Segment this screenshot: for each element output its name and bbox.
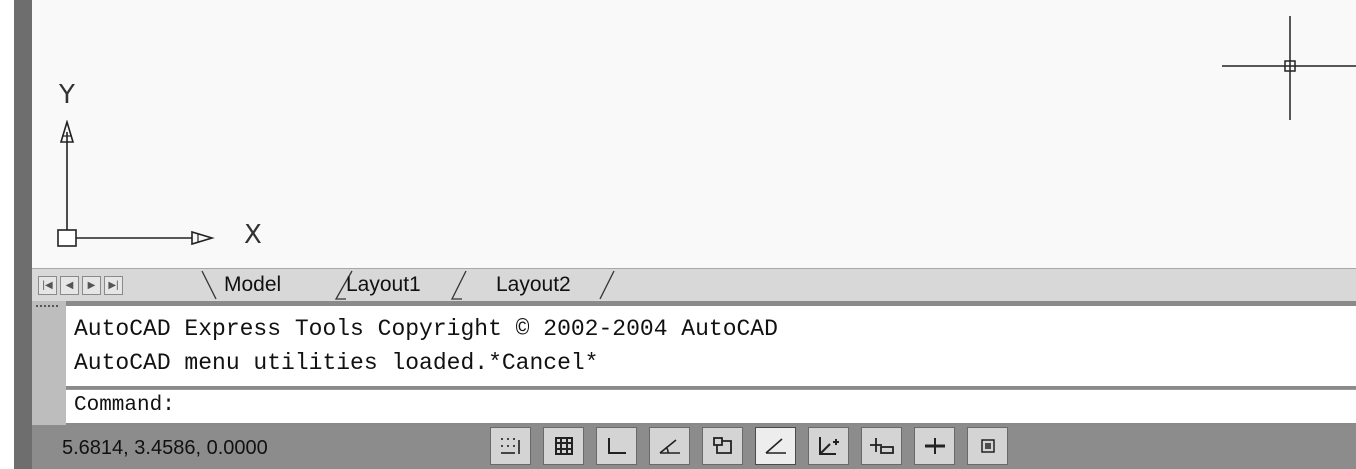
ucs-x-label: X — [244, 220, 262, 250]
grid-display-button[interactable] — [543, 427, 584, 465]
first-tab-icon[interactable]: |◀ — [38, 276, 57, 295]
command-prompt: Command: — [74, 394, 175, 417]
snap-mode-button[interactable] — [490, 427, 531, 465]
object-snap-button[interactable] — [702, 427, 743, 465]
model-icon — [980, 439, 995, 453]
ducs-icon — [818, 437, 839, 455]
crosshair-cursor — [1222, 16, 1356, 120]
model-space-button[interactable] — [967, 427, 1008, 465]
ortho-mode-button[interactable] — [596, 427, 637, 465]
polar-tracking-button[interactable] — [649, 427, 690, 465]
tab-layout2[interactable]: Layout2 — [496, 272, 571, 298]
grip-dots-icon — [36, 305, 58, 311]
otrack-icon — [764, 438, 786, 454]
command-history[interactable]: AutoCAD Express Tools Copyright © 2002-2… — [66, 306, 1356, 386]
ucs-y-label: Y — [59, 80, 75, 110]
object-snap-tracking-button[interactable] — [755, 427, 796, 465]
tab-model[interactable]: Model — [224, 272, 281, 298]
ucs-icon — [57, 120, 215, 247]
dynamic-input-button[interactable] — [861, 427, 902, 465]
lineweight-icon — [924, 438, 945, 454]
command-window-grip[interactable] — [32, 301, 66, 425]
lineweight-button[interactable] — [914, 427, 955, 465]
previous-tab-icon[interactable]: ◀ — [60, 276, 79, 295]
history-line: AutoCAD Express Tools Copyright © 2002-2… — [74, 316, 778, 342]
dynamic-ucs-button[interactable] — [808, 427, 849, 465]
ortho-icon — [607, 438, 626, 454]
command-line-input[interactable]: Command: — [66, 389, 1356, 423]
snap-icon — [500, 438, 520, 454]
command-window: AutoCAD Express Tools Copyright © 2002-2… — [32, 301, 1356, 425]
layout-tab-bar: |◀ ◀ ▶ ▶| Model Layout1 Layout2 — [32, 268, 1356, 301]
osnap-icon — [712, 437, 732, 454]
tab-layout1[interactable]: Layout1 — [346, 272, 421, 298]
next-tab-icon[interactable]: ▶ — [82, 276, 101, 295]
status-bar: 5.6814, 3.4586, 0.0000 — [32, 425, 1356, 469]
grid-icon — [554, 437, 573, 455]
coordinate-display[interactable]: 5.6814, 3.4586, 0.0000 — [62, 437, 268, 460]
window-frame — [0, 0, 10, 469]
polar-icon — [658, 439, 680, 454]
dyn-icon — [869, 438, 894, 454]
last-tab-icon[interactable]: ▶| — [104, 276, 123, 295]
drawing-area[interactable]: Y X — [32, 0, 1356, 268]
history-line: AutoCAD menu utilities loaded.*Cancel* — [74, 350, 599, 376]
window-border — [14, 0, 32, 469]
